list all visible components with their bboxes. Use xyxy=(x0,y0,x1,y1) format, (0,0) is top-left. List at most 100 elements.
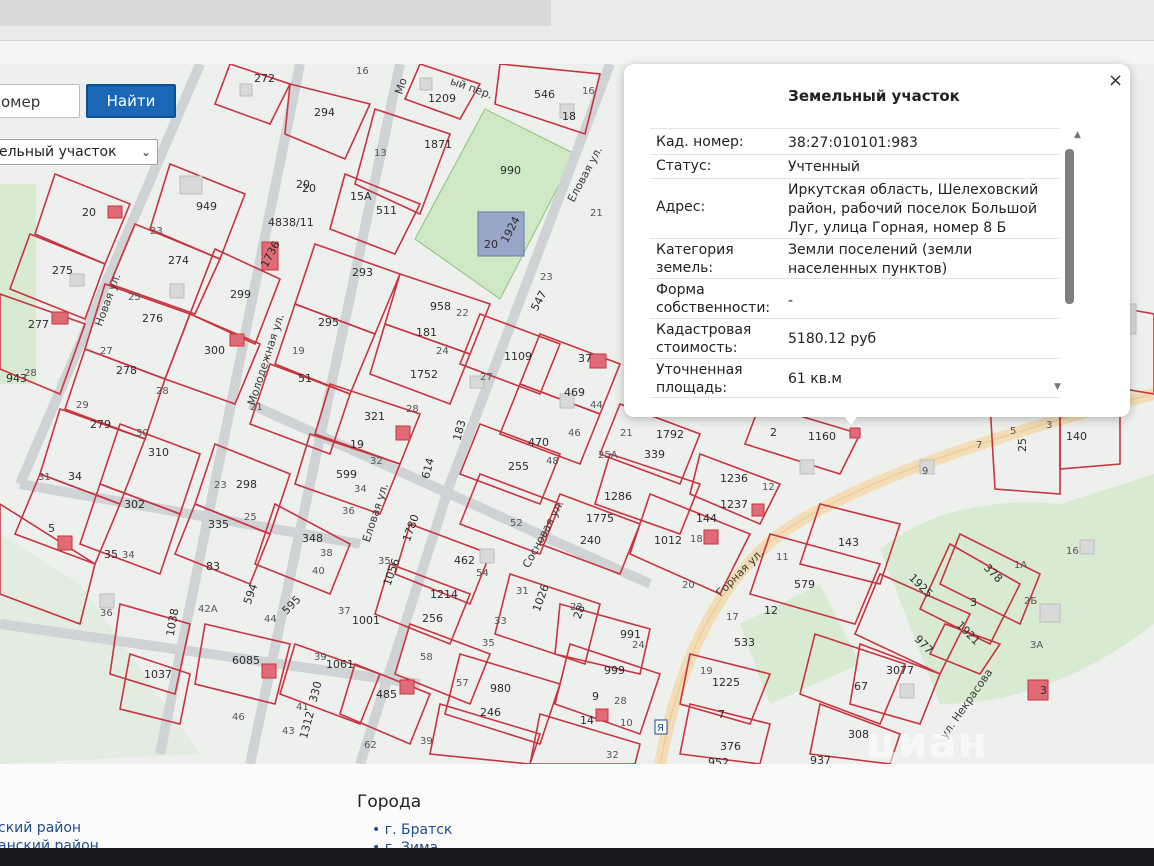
svg-text:279: 279 xyxy=(90,418,111,431)
row-status: Статус: Учтенный xyxy=(650,154,1060,179)
svg-text:9: 9 xyxy=(592,690,599,703)
svg-text:533: 533 xyxy=(734,636,755,649)
svg-text:34: 34 xyxy=(68,470,82,483)
svg-text:294: 294 xyxy=(314,106,335,119)
svg-text:1775: 1775 xyxy=(586,512,614,525)
svg-text:1109: 1109 xyxy=(504,350,532,363)
svg-text:547: 547 xyxy=(528,289,549,314)
svg-text:511: 511 xyxy=(376,204,397,217)
svg-text:546: 546 xyxy=(534,88,555,101)
svg-text:16: 16 xyxy=(582,86,595,97)
watermark-brand: циан xyxy=(866,718,988,767)
svg-text:42A: 42A xyxy=(198,604,218,615)
svg-text:3А: 3А xyxy=(1030,640,1043,651)
svg-text:3077: 3077 xyxy=(886,664,914,677)
svg-text:21: 21 xyxy=(620,428,633,439)
svg-text:23: 23 xyxy=(150,226,163,237)
svg-text:3: 3 xyxy=(1046,420,1052,431)
svg-text:5: 5 xyxy=(1010,426,1016,437)
svg-text:13: 13 xyxy=(374,148,387,159)
svg-text:1001: 1001 xyxy=(352,614,380,627)
svg-text:469: 469 xyxy=(564,386,585,399)
svg-text:46: 46 xyxy=(232,712,245,723)
svg-text:19: 19 xyxy=(292,346,305,357)
popup-pointer xyxy=(842,413,860,425)
svg-text:19: 19 xyxy=(700,666,713,677)
svg-text:7: 7 xyxy=(718,708,725,721)
svg-text:958: 958 xyxy=(430,300,451,313)
object-type-select[interactable]: ельный участок ⌄ xyxy=(0,139,158,165)
svg-text:376: 376 xyxy=(720,740,741,753)
svg-text:18: 18 xyxy=(690,534,703,545)
svg-text:33: 33 xyxy=(494,616,507,627)
svg-text:4838/11: 4838/11 xyxy=(268,216,314,229)
svg-text:27: 27 xyxy=(100,346,113,357)
svg-text:20: 20 xyxy=(484,238,498,251)
svg-text:5: 5 xyxy=(48,522,55,535)
svg-text:12: 12 xyxy=(764,604,778,617)
svg-text:300: 300 xyxy=(204,344,225,357)
svg-text:23: 23 xyxy=(540,272,553,283)
svg-text:335: 335 xyxy=(208,518,229,531)
search-input[interactable]: омер xyxy=(0,84,80,118)
svg-text:39: 39 xyxy=(420,736,433,747)
svg-text:1А: 1А xyxy=(1014,560,1027,571)
svg-text:35: 35 xyxy=(104,548,118,561)
svg-text:23: 23 xyxy=(214,480,227,491)
svg-text:1286: 1286 xyxy=(604,490,632,503)
svg-text:1038: 1038 xyxy=(164,607,182,637)
svg-text:41: 41 xyxy=(296,702,309,713)
city-link-bratsk[interactable]: • г. Братск xyxy=(372,822,452,838)
svg-text:14: 14 xyxy=(580,714,594,727)
svg-text:302: 302 xyxy=(124,498,145,511)
svg-text:1792: 1792 xyxy=(656,428,684,441)
svg-text:22: 22 xyxy=(456,308,469,319)
svg-text:44: 44 xyxy=(590,400,603,411)
svg-text:57: 57 xyxy=(456,678,469,689)
svg-text:276: 276 xyxy=(142,312,163,325)
svg-text:1312: 1312 xyxy=(297,710,317,740)
svg-text:2: 2 xyxy=(770,426,777,439)
svg-text:35: 35 xyxy=(482,638,495,649)
row-cadastral-number: Кад. номер: 38:27:010101:983 xyxy=(650,128,1060,155)
svg-text:181: 181 xyxy=(416,326,437,339)
svg-text:277: 277 xyxy=(28,318,49,331)
svg-text:2Б: 2Б xyxy=(1024,596,1037,607)
svg-text:12: 12 xyxy=(762,482,775,493)
svg-text:17: 17 xyxy=(726,612,739,623)
scroll-up-icon[interactable]: ▲ xyxy=(1074,130,1081,140)
svg-text:246: 246 xyxy=(480,706,501,719)
svg-text:1160: 1160 xyxy=(808,430,836,443)
svg-text:594: 594 xyxy=(241,582,260,606)
svg-text:278: 278 xyxy=(116,364,137,377)
svg-text:51: 51 xyxy=(298,372,312,385)
svg-text:20: 20 xyxy=(682,580,695,591)
svg-text:240: 240 xyxy=(580,534,601,547)
svg-text:48: 48 xyxy=(546,456,559,467)
svg-text:28: 28 xyxy=(614,696,627,707)
svg-text:295: 295 xyxy=(318,316,339,329)
search-button[interactable]: Найти xyxy=(86,84,176,118)
svg-text:485: 485 xyxy=(376,688,397,701)
svg-text:36: 36 xyxy=(100,608,113,619)
svg-text:20: 20 xyxy=(82,206,96,219)
svg-text:1209: 1209 xyxy=(428,92,456,105)
svg-text:140: 140 xyxy=(1066,430,1087,443)
svg-text:83: 83 xyxy=(206,560,220,573)
svg-text:40: 40 xyxy=(312,566,325,577)
district-link[interactable]: ский район xyxy=(0,820,81,836)
popup-scrollbar[interactable] xyxy=(1065,149,1074,304)
svg-text:7: 7 xyxy=(976,440,982,451)
svg-text:274: 274 xyxy=(168,254,189,267)
svg-text:46: 46 xyxy=(568,428,581,439)
svg-text:321: 321 xyxy=(364,410,385,423)
svg-text:24: 24 xyxy=(632,640,645,651)
close-icon[interactable]: × xyxy=(1108,70,1123,91)
svg-text:1037: 1037 xyxy=(144,668,172,681)
svg-text:3: 3 xyxy=(970,596,977,609)
svg-text:43: 43 xyxy=(282,726,295,737)
scroll-down-icon[interactable]: ▼ xyxy=(1054,382,1061,392)
cities-heading: Города xyxy=(357,792,422,812)
browser-top-strip xyxy=(0,0,1154,41)
svg-text:330: 330 xyxy=(307,680,325,704)
